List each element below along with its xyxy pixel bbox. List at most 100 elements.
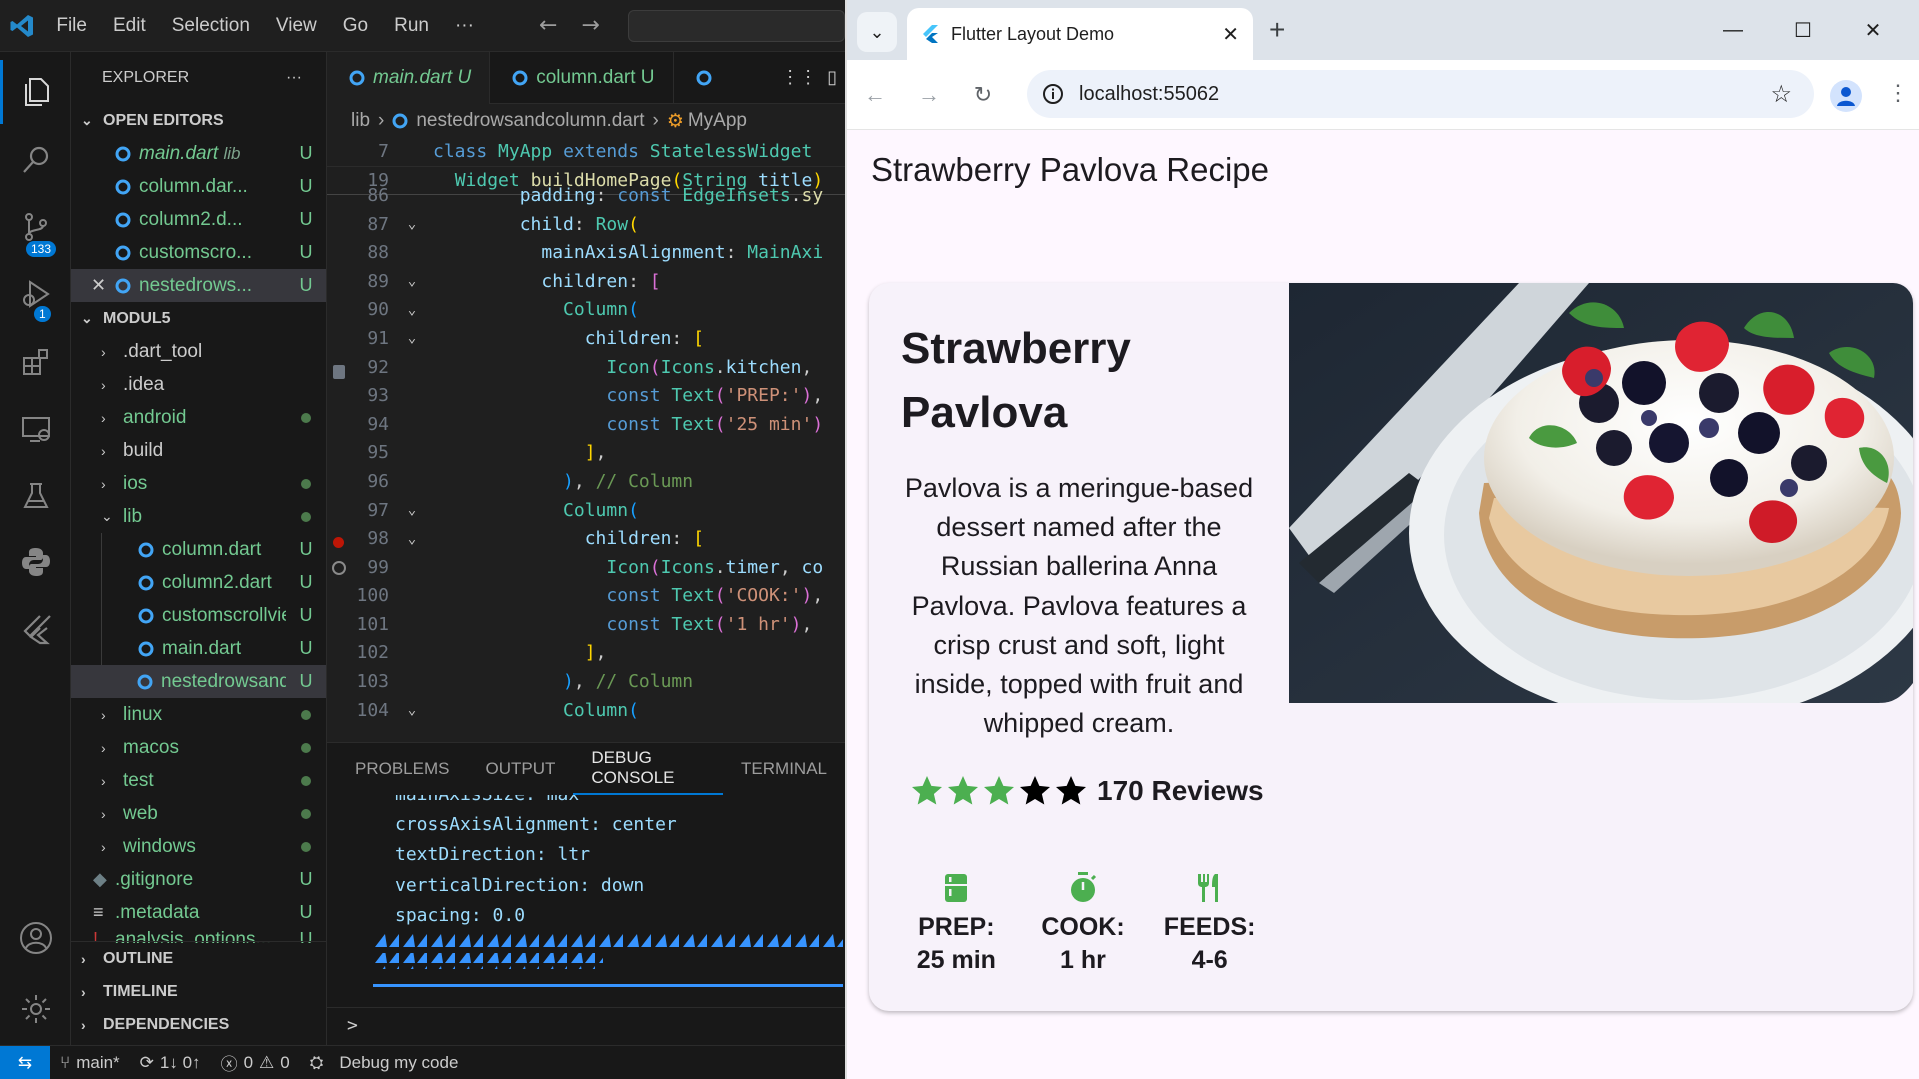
tree-folder[interactable]: ⌄ lib <box>71 500 326 533</box>
browser-menu-icon[interactable]: ⋮ <box>1887 80 1909 106</box>
back-icon[interactable]: ← <box>857 77 893 113</box>
code-line: 94 const Text('25 min') <box>367 413 824 435</box>
address-bar[interactable]: localhost:55062 ☆ <box>1027 70 1814 118</box>
tree-file[interactable]: customscrollvie...U <box>101 599 326 632</box>
tree-folder[interactable]: › build <box>71 434 326 467</box>
dart-file-icon <box>115 212 131 227</box>
tree-folder[interactable]: › android <box>71 401 326 434</box>
rating-row: 170 Reviews <box>909 771 1289 811</box>
account-icon[interactable] <box>0 906 71 970</box>
tab-debug-console[interactable]: DEBUG CONSOLE <box>573 743 724 795</box>
dart-file-icon <box>137 674 153 689</box>
profile-avatar-icon[interactable] <box>1830 80 1862 112</box>
tree-folder[interactable]: › linux <box>71 698 326 731</box>
maximize-icon[interactable]: ☐ <box>1773 10 1833 50</box>
code-line: 100 const Text('COOK:'), <box>356 585 824 607</box>
tree-file[interactable]: nestedrowsand...U <box>71 665 326 698</box>
tree-folder[interactable]: › macos <box>71 731 326 764</box>
menu-selection[interactable]: Selection <box>159 15 263 37</box>
timeline-section[interactable]: › TIMELINE <box>71 975 327 1008</box>
tab-output[interactable]: OUTPUT <box>467 743 573 795</box>
python-icon[interactable] <box>0 530 71 594</box>
tree-file[interactable]: column2.dart U <box>101 566 326 599</box>
minimize-icon[interactable]: — <box>1703 10 1763 50</box>
status-bar: ⇆ ⑂ main* ⟳ 1↓ 0↑ ⓧ 0 ⚠ 0 ⛭ Debug my code <box>0 1045 845 1079</box>
debug-indicator[interactable]: ⛭ Debug my code <box>300 1053 469 1073</box>
dependencies-section[interactable]: › DEPENDENCIES <box>71 1008 327 1041</box>
warning-icon: ⚠ <box>259 1052 275 1072</box>
tab-main-dart[interactable]: main.dart U <box>327 52 491 104</box>
grid-handle-icon[interactable]: ⋮⋮ <box>781 67 817 88</box>
problems-indicator[interactable]: ⓧ 0 ⚠ 0 <box>211 1050 300 1075</box>
code-line: 95 ], <box>367 442 607 464</box>
settings-gear-icon[interactable] <box>0 977 71 1041</box>
tree-file[interactable]: main.dart U <box>101 632 326 665</box>
workspace-section[interactable]: ⌄ MODUL5 <box>71 302 326 335</box>
menu-view[interactable]: View <box>263 15 330 37</box>
split-editor-icon[interactable]: ▯ <box>827 67 837 88</box>
extensions-icon[interactable] <box>0 330 71 394</box>
flutter-icon[interactable] <box>0 597 71 661</box>
remote-explorer-icon[interactable] <box>0 397 71 461</box>
window-close-icon[interactable]: ✕ <box>1843 10 1903 50</box>
tree-file[interactable]: ◆ .gitignore U <box>71 863 326 896</box>
open-editor-item[interactable]: ✕ nestedrows... U <box>71 269 326 302</box>
info-row: PREP: 25 min COOK: 1 hr FEEDS: 4-6 <box>893 871 1273 991</box>
explorer-more-button[interactable]: ··· <box>286 69 302 87</box>
explorer-icon[interactable] <box>0 60 71 124</box>
feeds-info: FEEDS: 4-6 <box>1155 871 1265 991</box>
browser-tab[interactable]: Flutter Layout Demo ✕ <box>907 8 1253 60</box>
branch-indicator[interactable]: ⑂ main* <box>50 1053 130 1073</box>
tab-problems[interactable]: PROBLEMS <box>337 743 467 795</box>
open-editor-item[interactable]: column.dar... U <box>71 170 326 203</box>
url-text: localhost:55062 <box>1079 82 1220 105</box>
sync-indicator[interactable]: ⟳ 1↓ 0↑ <box>130 1053 211 1073</box>
tab-overflow[interactable] <box>674 52 720 104</box>
close-icon[interactable]: ✕ <box>91 275 115 296</box>
remote-indicator-icon[interactable]: ⇆ <box>0 1045 50 1079</box>
chevron-down-icon: ⌄ <box>81 112 93 128</box>
tree-folder[interactable]: › .idea <box>71 368 326 401</box>
debug-console-input[interactable]: > <box>327 1007 845 1043</box>
forward-arrow-icon[interactable]: → <box>569 13 611 38</box>
open-editor-item[interactable]: main.dart lib U <box>71 137 326 170</box>
site-info-icon[interactable] <box>1039 80 1067 108</box>
menu-more[interactable]: ··· <box>442 15 487 37</box>
menu-file[interactable]: File <box>43 15 100 37</box>
back-arrow-icon[interactable]: ← <box>527 13 569 38</box>
bookmark-star-icon[interactable]: ☆ <box>1770 80 1792 109</box>
tab-search-button[interactable]: ⌄ <box>857 12 897 52</box>
code-line: 103 ), // Column <box>356 671 694 693</box>
open-editor-item[interactable]: column2.d... U <box>71 203 326 236</box>
tree-file[interactable]: ≡ .metadata U <box>71 896 326 929</box>
code-area[interactable]: 7 class MyApp extends StatelessWidget 19 … <box>327 138 845 733</box>
outline-section[interactable]: › OUTLINE <box>71 942 327 975</box>
dart-file-icon <box>696 70 712 86</box>
menu-edit[interactable]: Edit <box>100 15 159 37</box>
testing-icon[interactable] <box>0 464 71 528</box>
tree-folder[interactable]: › ios <box>71 467 326 500</box>
tree-file[interactable]: column.dart U <box>101 533 326 566</box>
panel-tabs: PROBLEMS OUTPUT DEBUG CONSOLE TERMINAL <box>327 743 845 795</box>
tree-folder[interactable]: › web <box>71 797 326 830</box>
reload-icon[interactable]: ↻ <box>965 77 1001 113</box>
tab-terminal[interactable]: TERMINAL <box>723 743 845 795</box>
chevron-right-icon: › <box>101 838 106 855</box>
menu-go[interactable]: Go <box>330 15 381 37</box>
open-editors-section[interactable]: ⌄ OPEN EDITORS <box>71 104 326 137</box>
tab-column-dart[interactable]: column.dart U <box>490 52 674 104</box>
tree-folder[interactable]: › .dart_tool <box>71 335 326 368</box>
command-center[interactable] <box>627 9 845 42</box>
new-tab-button[interactable]: + <box>1269 14 1285 46</box>
menu-run[interactable]: Run <box>381 15 442 37</box>
breakpoint-disabled-icon[interactable] <box>333 365 345 380</box>
open-editor-item[interactable]: customscro... U <box>71 236 326 269</box>
forward-icon[interactable]: → <box>911 77 947 113</box>
chevron-right-icon: › <box>652 110 659 131</box>
tree-folder[interactable]: › windows <box>71 830 326 863</box>
search-icon[interactable] <box>0 128 71 192</box>
run-debug-icon[interactable]: 1 <box>0 262 71 326</box>
close-tab-icon[interactable]: ✕ <box>1222 22 1239 47</box>
source-control-icon[interactable]: 133 <box>0 195 71 259</box>
tree-folder[interactable]: › test <box>71 764 326 797</box>
